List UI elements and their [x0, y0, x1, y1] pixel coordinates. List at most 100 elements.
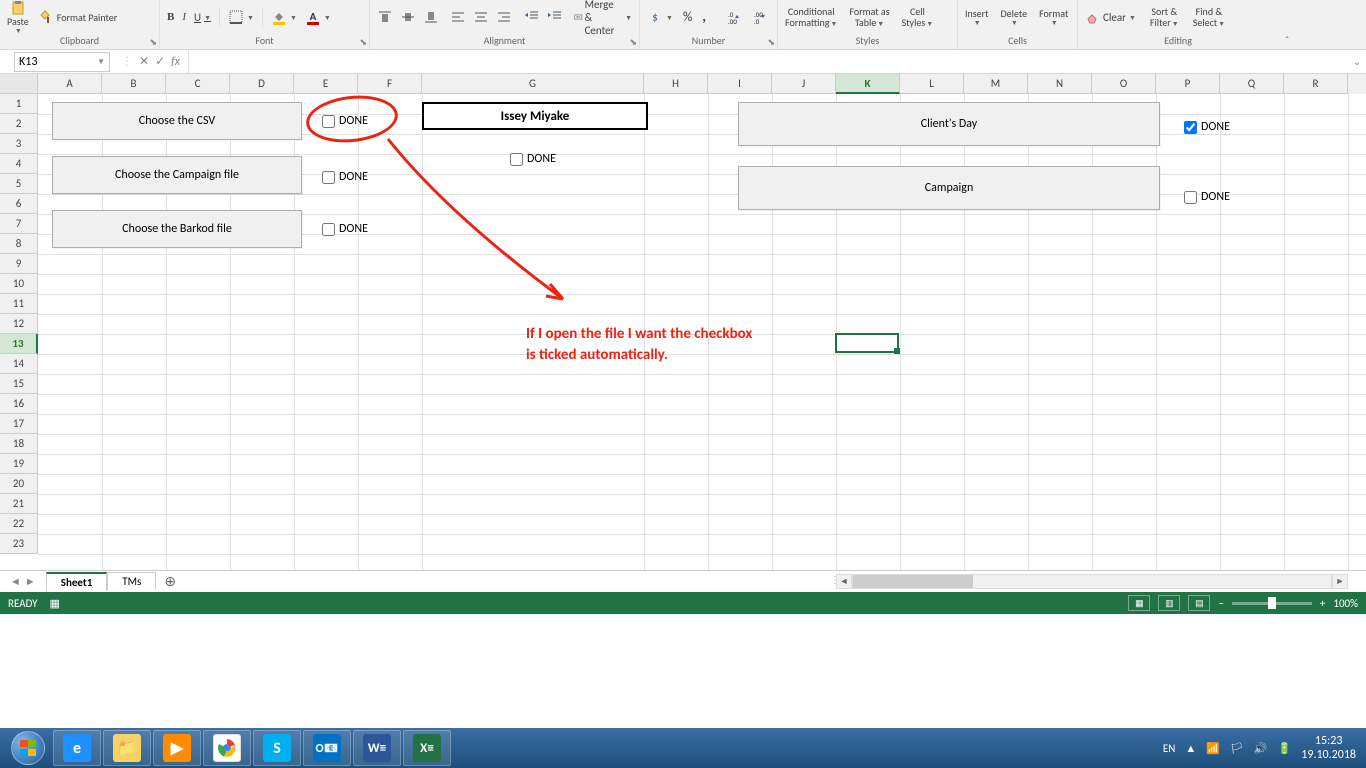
col-header-M[interactable]: M — [964, 74, 1028, 94]
col-header-R[interactable]: R — [1284, 74, 1348, 94]
sort-filter-button[interactable]: Sort &Filter▼ — [1147, 6, 1182, 28]
merge-center-button[interactable]: Merge & Center▼ — [571, 0, 635, 38]
view-page-break-button[interactable]: ▤ — [1188, 595, 1210, 611]
cell-styles-button[interactable]: CellStyles▼ — [899, 6, 937, 28]
systray-lang[interactable]: EN — [1163, 742, 1175, 755]
name-box[interactable]: K13▼ — [14, 52, 110, 72]
col-header-L[interactable]: L — [900, 74, 964, 94]
systray-flag-icon[interactable]: 🏳 — [1230, 742, 1244, 755]
increase-decimal-button[interactable]: .0.00 — [721, 8, 743, 26]
clear-button[interactable]: Clear▼ — [1082, 8, 1139, 26]
row-header-17[interactable]: 17 — [0, 414, 38, 434]
row-header-9[interactable]: 9 — [0, 254, 38, 274]
row-header-7[interactable]: 7 — [0, 214, 38, 234]
align-top-button[interactable] — [374, 8, 396, 26]
col-header-C[interactable]: C — [166, 74, 230, 94]
row-header-8[interactable]: 8 — [0, 234, 38, 254]
decrease-decimal-button[interactable]: .00.0 — [747, 8, 769, 26]
col-header-H[interactable]: H — [644, 74, 708, 94]
systray-clock[interactable]: 15:23 19.10.2018 — [1301, 734, 1356, 763]
taskbar-chrome[interactable] — [203, 730, 251, 766]
tab-sheet1[interactable]: Sheet1 — [46, 572, 108, 591]
spreadsheet-grid[interactable]: ABCDEFGHIJKLMNOPQR 123456789101112131415… — [0, 74, 1366, 570]
add-sheet-button[interactable]: ⊕ — [156, 573, 184, 590]
done-checkbox-csv[interactable]: DONE — [322, 114, 368, 128]
row-header-22[interactable]: 22 — [0, 514, 38, 534]
conditional-formatting-button[interactable]: ConditionalFormatting▼ — [782, 6, 840, 28]
col-header-J[interactable]: J — [772, 74, 836, 94]
row-header-11[interactable]: 11 — [0, 294, 38, 314]
formula-input[interactable] — [189, 55, 1348, 69]
taskbar-media-player[interactable]: ▶ — [153, 730, 201, 766]
decrease-indent-button[interactable] — [521, 8, 543, 26]
taskbar-excel[interactable]: X≡ — [403, 730, 451, 766]
expand-formula-bar-button[interactable]: ⌄ — [1348, 55, 1366, 68]
row-header-15[interactable]: 15 — [0, 374, 38, 394]
row-header-12[interactable]: 12 — [0, 314, 38, 334]
tab-tms[interactable]: TMs — [107, 572, 156, 590]
font-color-button[interactable]: A▼ — [302, 8, 334, 26]
col-header-F[interactable]: F — [358, 74, 422, 94]
bold-button[interactable]: B — [164, 10, 177, 24]
paste-button[interactable]: Paste▼ — [4, 0, 32, 34]
taskbar-word[interactable]: W≡ — [353, 730, 401, 766]
choose-barkod-file-button[interactable]: Choose the Barkod file — [52, 210, 302, 248]
view-normal-button[interactable]: ▦ — [1128, 595, 1150, 611]
borders-button[interactable]: ▼ — [225, 8, 257, 26]
row-header-18[interactable]: 18 — [0, 434, 38, 454]
systray-battery-icon[interactable]: 🔋 — [1278, 742, 1292, 755]
row-header-2[interactable]: 2 — [0, 114, 38, 134]
fill-color-button[interactable]: ▼ — [268, 8, 300, 26]
align-center-button[interactable] — [470, 8, 492, 26]
increase-indent-button[interactable] — [544, 8, 566, 26]
col-header-A[interactable]: A — [38, 74, 102, 94]
row-header-10[interactable]: 10 — [0, 274, 38, 294]
taskbar-outlook[interactable]: O📧 — [303, 730, 351, 766]
col-header-D[interactable]: D — [230, 74, 294, 94]
done-checkbox-issey[interactable]: DONE — [510, 152, 556, 166]
insert-button[interactable]: Insert▼ — [962, 8, 992, 27]
campaign-button[interactable]: Campaign — [738, 166, 1160, 210]
row-header-19[interactable]: 19 — [0, 454, 38, 474]
clients-day-button[interactable]: Client's Day — [738, 102, 1160, 146]
accounting-format-button[interactable]: $▼ — [644, 8, 676, 26]
systray-volume-icon[interactable]: 🔊 — [1254, 742, 1268, 755]
format-button[interactable]: Format▼ — [1036, 8, 1071, 27]
choose-csv-button[interactable]: Choose the CSV — [52, 102, 302, 140]
done-checkbox-clients-day[interactable]: DONE — [1184, 120, 1230, 134]
row-header-13[interactable]: 13 — [0, 334, 38, 354]
row-header-14[interactable]: 14 — [0, 354, 38, 374]
enter-formula-button[interactable]: ✓ — [155, 54, 165, 69]
col-header-K[interactable]: K — [836, 74, 900, 94]
taskbar-ie[interactable]: e — [53, 730, 101, 766]
row-header-16[interactable]: 16 — [0, 394, 38, 414]
horizontal-scrollbar[interactable]: ◄ ► — [836, 574, 1348, 589]
underline-button[interactable]: U▼ — [191, 10, 214, 25]
zoom-in-button[interactable]: + — [1320, 597, 1325, 610]
col-header-E[interactable]: E — [294, 74, 358, 94]
collapse-ribbon-button[interactable]: ˆ — [1278, 0, 1296, 49]
done-checkbox-barkod[interactable]: DONE — [322, 222, 368, 236]
row-header-6[interactable]: 6 — [0, 194, 38, 214]
start-button[interactable] — [4, 730, 52, 766]
zoom-slider[interactable] — [1232, 602, 1312, 605]
col-header-B[interactable]: B — [102, 74, 166, 94]
row-header-20[interactable]: 20 — [0, 474, 38, 494]
italic-button[interactable]: I — [179, 10, 189, 24]
tab-nav-next[interactable]: ► — [25, 575, 36, 588]
align-bottom-button[interactable] — [420, 8, 442, 26]
format-as-table-button[interactable]: Format asTable▼ — [846, 6, 892, 28]
systray-show-hidden-icon[interactable]: ▲ — [1185, 742, 1196, 755]
done-checkbox-campaign-file[interactable]: DONE — [322, 170, 368, 184]
tab-nav-prev[interactable]: ◄ — [10, 575, 21, 588]
delete-button[interactable]: Delete▼ — [998, 8, 1031, 27]
align-right-button[interactable] — [493, 8, 515, 26]
taskbar-explorer[interactable]: 📁 — [103, 730, 151, 766]
col-header-N[interactable]: N — [1028, 74, 1092, 94]
find-select-button[interactable]: Find &Select▼ — [1190, 6, 1228, 28]
zoom-level[interactable]: 100% — [1333, 597, 1358, 610]
row-header-5[interactable]: 5 — [0, 174, 38, 194]
col-header-I[interactable]: I — [708, 74, 772, 94]
row-header-23[interactable]: 23 — [0, 534, 38, 554]
select-all-corner[interactable] — [0, 74, 38, 94]
